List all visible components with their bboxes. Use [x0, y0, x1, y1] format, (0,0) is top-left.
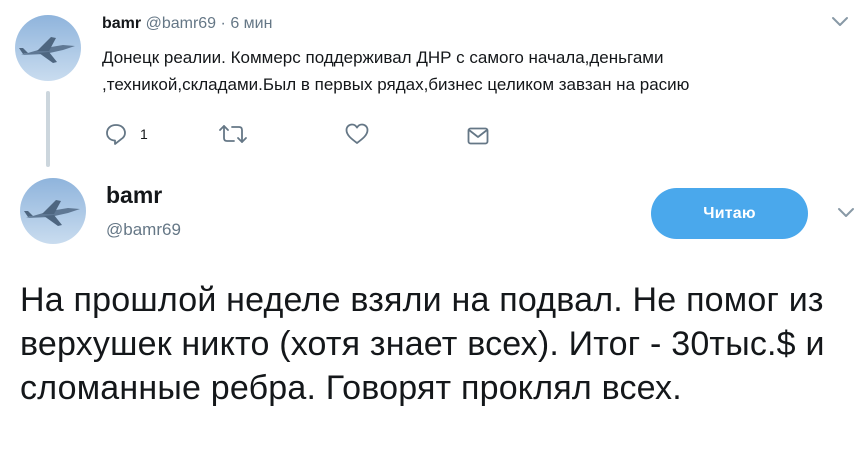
reply-tweet-text: Донецк реалии. Коммерс поддерживал ДНР с… [102, 48, 690, 94]
chevron-down-icon[interactable] [830, 15, 850, 29]
author-handle[interactable]: @bamr69 [106, 219, 181, 241]
author-handle[interactable]: @bamr69 [146, 15, 217, 32]
reply-button[interactable]: 1 [104, 122, 148, 146]
reply-icon [106, 124, 126, 145]
chevron-down-icon[interactable] [836, 206, 856, 220]
retweet-button[interactable] [218, 122, 248, 146]
tweet-timestamp[interactable]: 6 мин [230, 15, 272, 32]
avatar[interactable] [20, 178, 86, 244]
like-button[interactable] [344, 122, 370, 146]
author-name[interactable]: bamr [102, 15, 141, 32]
direct-message-button[interactable] [467, 124, 489, 148]
author-name[interactable]: bamr [106, 180, 162, 210]
main-tweet-text: На прошлой неделе взяли на подвал. Не по… [20, 281, 825, 407]
avatar[interactable] [15, 15, 81, 81]
heart-icon [345, 123, 369, 144]
reply-tweet-header: bamr @bamr69 · 6 мин [102, 13, 272, 35]
separator-dot: · [220, 15, 226, 32]
following-button[interactable]: Читаю [651, 188, 808, 239]
envelope-icon [467, 127, 489, 145]
thread-line [46, 91, 50, 167]
retweet-icon [219, 125, 247, 143]
reply-count: 1 [140, 126, 148, 142]
